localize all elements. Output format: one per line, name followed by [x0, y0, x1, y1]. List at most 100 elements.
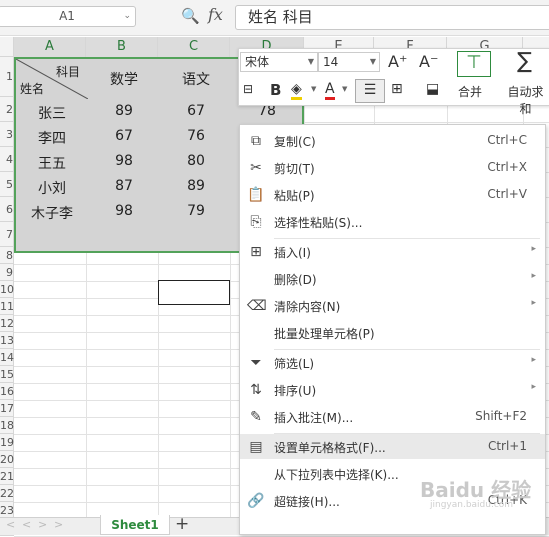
name-box-value: A1: [59, 9, 75, 23]
menu-item-label: 清除内容(N): [274, 300, 341, 314]
fill-icon[interactable]: ⬓: [426, 81, 439, 97]
row-header[interactable]: 4: [0, 147, 14, 172]
chevron-down-icon[interactable]: ▼: [342, 85, 347, 93]
first-sheet-icon[interactable]: <: [6, 518, 15, 531]
menu-item[interactable]: 删除(D) ▸: [240, 266, 545, 291]
row-header[interactable]: 13: [0, 332, 14, 349]
paste-icon: 📋: [247, 187, 265, 203]
table-cell[interactable]: 67: [160, 103, 232, 119]
row-header[interactable]: 14: [0, 349, 14, 366]
table-cell[interactable]: 98: [88, 203, 160, 219]
row-header[interactable]: 21: [0, 468, 14, 485]
paste-special-icon: ⎘: [250, 214, 262, 230]
row-header[interactable]: 7: [0, 222, 14, 247]
name-box[interactable]: A1 ⌄: [0, 6, 136, 27]
chevron-down-icon[interactable]: ⌄: [123, 7, 131, 26]
merge-label[interactable]: 合并: [458, 83, 482, 100]
row-header[interactable]: 6: [0, 197, 14, 222]
grow-font-button[interactable]: A⁺: [388, 52, 407, 71]
submenu-arrow-icon: ▸: [531, 298, 536, 308]
row-header[interactable]: 2: [0, 97, 14, 122]
menu-item[interactable]: ⏷ 筛选(L) ▸: [240, 350, 545, 375]
prev-sheet-icon[interactable]: <: [22, 518, 31, 531]
font-name-select[interactable]: 宋体 ▼: [240, 52, 318, 72]
insert-icon: ⊞: [250, 244, 262, 260]
font-color-icon[interactable]: A: [325, 81, 335, 100]
row-header[interactable]: 15: [0, 366, 14, 383]
row-header[interactable]: 20: [0, 451, 14, 468]
table-cell[interactable]: 王五: [16, 153, 88, 173]
row-header[interactable]: 16: [0, 383, 14, 400]
fill-color-icon[interactable]: ◈: [291, 81, 302, 100]
border-icon[interactable]: ⊞: [391, 81, 403, 97]
autosum-icon[interactable]: ∑: [517, 49, 532, 74]
row-header[interactable]: 12: [0, 315, 14, 332]
watermark-sub: jingyan.baidu.com: [430, 500, 514, 510]
row-header[interactable]: 8: [0, 247, 14, 264]
menu-item[interactable]: ✎ 插入批注(M)... Shift+F2: [240, 404, 545, 429]
row-header[interactable]: 11: [0, 298, 14, 315]
format-painter-icon[interactable]: ⊟: [243, 82, 253, 96]
header-cell: 语文: [182, 72, 210, 88]
table-cell[interactable]: 87: [88, 178, 160, 194]
column-header[interactable]: A: [14, 37, 86, 57]
table-cell[interactable]: 张三: [16, 103, 88, 123]
row-header[interactable]: 1: [0, 57, 14, 97]
sheet-tab[interactable]: Sheet1: [100, 515, 170, 535]
row-header[interactable]: 18: [0, 417, 14, 434]
table-cell[interactable]: 89: [88, 103, 160, 119]
chevron-down-icon[interactable]: ▼: [311, 85, 316, 93]
row-header[interactable]: 19: [0, 434, 14, 451]
menu-item[interactable]: ✂ 剪切(T) Ctrl+X: [240, 155, 545, 180]
menu-item[interactable]: 📋 粘贴(P) Ctrl+V: [240, 182, 545, 207]
menu-item-shortcut: Ctrl+V: [487, 187, 527, 201]
font-size-select[interactable]: 14 ▼: [318, 52, 380, 72]
table-cell[interactable]: 小刘: [16, 178, 88, 198]
row-header[interactable]: 3: [0, 122, 14, 147]
last-sheet-icon[interactable]: >: [54, 518, 63, 531]
next-sheet-icon[interactable]: >: [38, 518, 47, 531]
menu-item[interactable]: ⊞ 插入(I) ▸: [240, 239, 545, 264]
merge-icon[interactable]: ⊤: [457, 51, 491, 77]
add-sheet-button[interactable]: +: [175, 514, 189, 534]
table-cell[interactable]: 李四: [16, 128, 88, 148]
table-cell[interactable]: 80: [160, 153, 232, 169]
column-header[interactable]: B: [86, 37, 158, 57]
menu-item[interactable]: 批量处理单元格(P): [240, 320, 545, 345]
menu-item-label: 选择性粘贴(S)...: [274, 216, 363, 230]
copy-icon: ⧉: [251, 133, 261, 149]
menu-item[interactable]: ⌫ 清除内容(N) ▸: [240, 293, 545, 318]
row-header[interactable]: 9: [0, 264, 14, 281]
fx-label[interactable]: fx: [208, 5, 223, 24]
menu-item-label: 批量处理单元格(P): [274, 327, 375, 341]
menu-item-label: 超链接(H)...: [274, 495, 340, 509]
menu-item[interactable]: ⧉ 复制(C) Ctrl+C: [240, 128, 545, 153]
menu-item[interactable]: ▤ 设置单元格格式(F)... Ctrl+1: [240, 434, 545, 459]
select-all-corner[interactable]: [0, 37, 14, 57]
table-cell[interactable]: 79: [160, 203, 232, 219]
chevron-down-icon[interactable]: ▼: [308, 53, 314, 71]
menu-item[interactable]: ⇅ 排序(U) ▸: [240, 377, 545, 402]
column-header[interactable]: C: [158, 37, 230, 57]
table-cell[interactable]: 76: [160, 128, 232, 144]
table-cell[interactable]: 98: [88, 153, 160, 169]
chevron-down-icon[interactable]: ▼: [370, 53, 376, 71]
row-header[interactable]: 5: [0, 172, 14, 197]
submenu-arrow-icon: ▸: [531, 382, 536, 392]
menu-item[interactable]: ⎘ 选择性粘贴(S)...: [240, 209, 545, 234]
autosum-label[interactable]: 自动求和: [502, 83, 549, 117]
row-header[interactable]: 22: [0, 485, 14, 502]
row-header[interactable]: 17: [0, 400, 14, 417]
formula-input[interactable]: 姓名 科目: [235, 5, 549, 30]
menu-item-shortcut: Shift+F2: [475, 409, 527, 423]
table-cell[interactable]: 木子李: [16, 203, 88, 223]
table-cell[interactable]: 89: [160, 178, 232, 194]
table-cell[interactable]: 67: [88, 128, 160, 144]
bold-button[interactable]: B: [270, 81, 281, 99]
filter-icon: ⏷: [250, 355, 262, 371]
active-cell[interactable]: [158, 280, 230, 305]
zoom-icon[interactable]: 🔍: [181, 7, 201, 27]
row-header[interactable]: 10: [0, 281, 14, 298]
align-center-icon[interactable]: ☰: [355, 79, 385, 103]
shrink-font-button[interactable]: A⁻: [419, 52, 438, 71]
